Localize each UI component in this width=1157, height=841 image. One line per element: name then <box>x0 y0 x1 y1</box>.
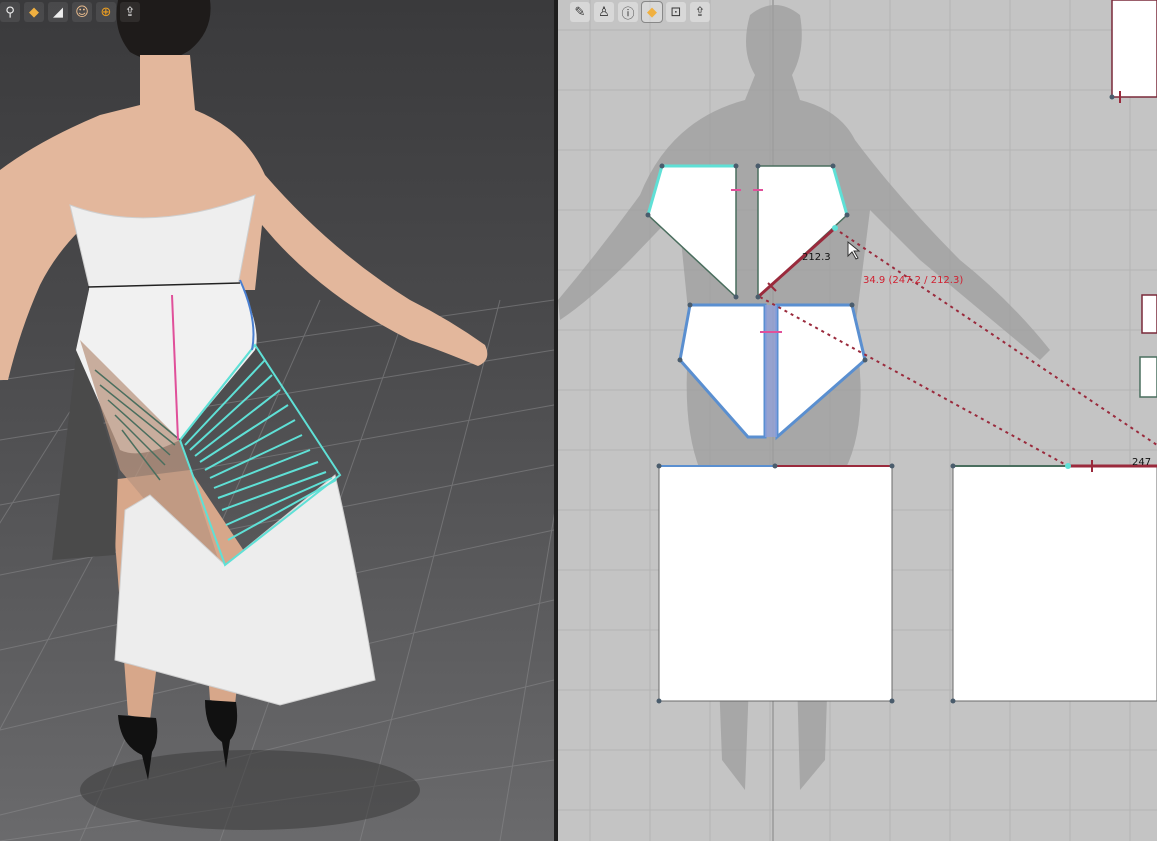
3d-scene[interactable] <box>0 0 554 841</box>
pattern-piece-skirt-right[interactable] <box>952 465 1157 702</box>
viewport-3d[interactable]: ⚲ ◆ ◢ ☺ ⊕ ⇪ <box>0 0 554 841</box>
pattern-point[interactable] <box>1109 94 1115 100</box>
lock-shirt-icon[interactable]: ⊡ <box>666 2 686 22</box>
segment-length-label: 212.3 <box>802 252 831 263</box>
garment-icon[interactable]: ◆ <box>24 2 44 22</box>
avatar-select-icon[interactable]: ⚲ <box>0 2 20 22</box>
info-icon[interactable]: ⓘ <box>618 2 638 22</box>
viewport-2d[interactable]: 212.3 34.9 (247.2 / 212.3) 247 ✎ ♙ ⓘ ◆ ⊡… <box>558 0 1157 841</box>
pattern-canvas[interactable] <box>558 0 1157 841</box>
globe-icon[interactable]: ⊕ <box>96 2 116 22</box>
pattern-piece-right-small[interactable] <box>1141 294 1157 334</box>
garment-select-icon[interactable]: ◆ <box>641 1 663 23</box>
skirt-drape <box>114 474 376 706</box>
edge-length-label: 247 <box>1132 457 1152 468</box>
toolbar-3d: ⚲ ◆ ◢ ☺ ⊕ ⇪ <box>0 2 140 24</box>
export-icon[interactable]: ⇪ <box>690 2 710 22</box>
seam-endpoint-selected[interactable] <box>1065 463 1071 469</box>
toolbar-2d: ✎ ♙ ⓘ ◆ ⊡ ⇪ <box>570 1 710 24</box>
shirt-icon[interactable]: ♙ <box>594 2 614 22</box>
pattern-piece-right-small-2[interactable] <box>1139 356 1157 398</box>
floor-shadow <box>80 750 420 830</box>
center-seam-allowance <box>765 305 777 437</box>
edit-pen-icon[interactable]: ✎ <box>570 2 590 22</box>
ruler-export-icon[interactable]: ⇪ <box>120 2 140 22</box>
pattern-piece-topright[interactable] <box>1111 0 1157 98</box>
shoe-icon[interactable]: ◢ <box>48 2 68 22</box>
seam-endpoint-active[interactable] <box>832 225 838 231</box>
pattern-piece-skirt-left[interactable] <box>658 465 893 702</box>
seam-ratio-label: 34.9 (247.2 / 212.3) <box>863 275 964 286</box>
avatar-icon[interactable]: ☺ <box>72 2 92 22</box>
